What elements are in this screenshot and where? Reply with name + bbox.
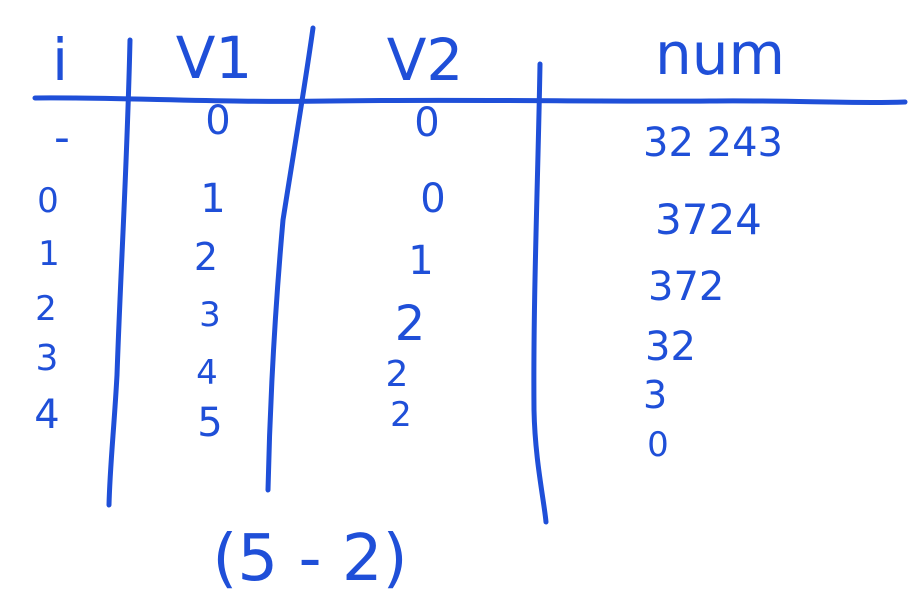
cell-v1: 2 — [194, 235, 218, 279]
whiteboard: i V1 V2 num - 0 0 32 243 0 1 0 3724 1 2 … — [32, 20, 908, 596]
cell-v1: 3 — [199, 295, 221, 335]
footer-expression: (5 - 2) — [212, 522, 407, 596]
cell-v2: 0 — [414, 100, 439, 146]
cell-i: 2 — [35, 289, 57, 329]
cell-v2: 2 — [390, 395, 412, 435]
column-divider-1 — [106, 37, 133, 508]
header-underline — [32, 95, 908, 106]
cell-v1: 5 — [197, 400, 222, 446]
cell-num: 32 243 — [643, 120, 783, 166]
cell-i: 3 — [36, 338, 59, 379]
column-divider-3 — [531, 61, 549, 525]
cell-v2: 0 — [420, 176, 445, 222]
cell-i: - — [54, 112, 70, 163]
cell-v1: 1 — [200, 176, 225, 222]
header-i: i — [52, 26, 68, 94]
column-divider-2 — [265, 25, 316, 493]
cell-v2: 2 — [386, 354, 409, 395]
cell-i: 4 — [34, 392, 59, 438]
cell-v1: 4 — [196, 353, 218, 393]
cell-i: 0 — [37, 181, 59, 221]
header-num: num — [655, 20, 785, 88]
cell-num: 0 — [647, 425, 669, 465]
cell-v2: 2 — [395, 296, 426, 352]
header-v2: V2 — [387, 26, 464, 94]
header-v1: V1 — [176, 24, 253, 92]
cell-num: 3724 — [655, 195, 762, 244]
cell-i: 1 — [38, 234, 60, 274]
cell-v1: 0 — [205, 98, 230, 144]
cell-num: 3 — [643, 373, 667, 417]
cell-v2: 1 — [408, 238, 433, 284]
cell-num: 32 — [645, 324, 696, 370]
cell-num: 372 — [648, 264, 724, 310]
